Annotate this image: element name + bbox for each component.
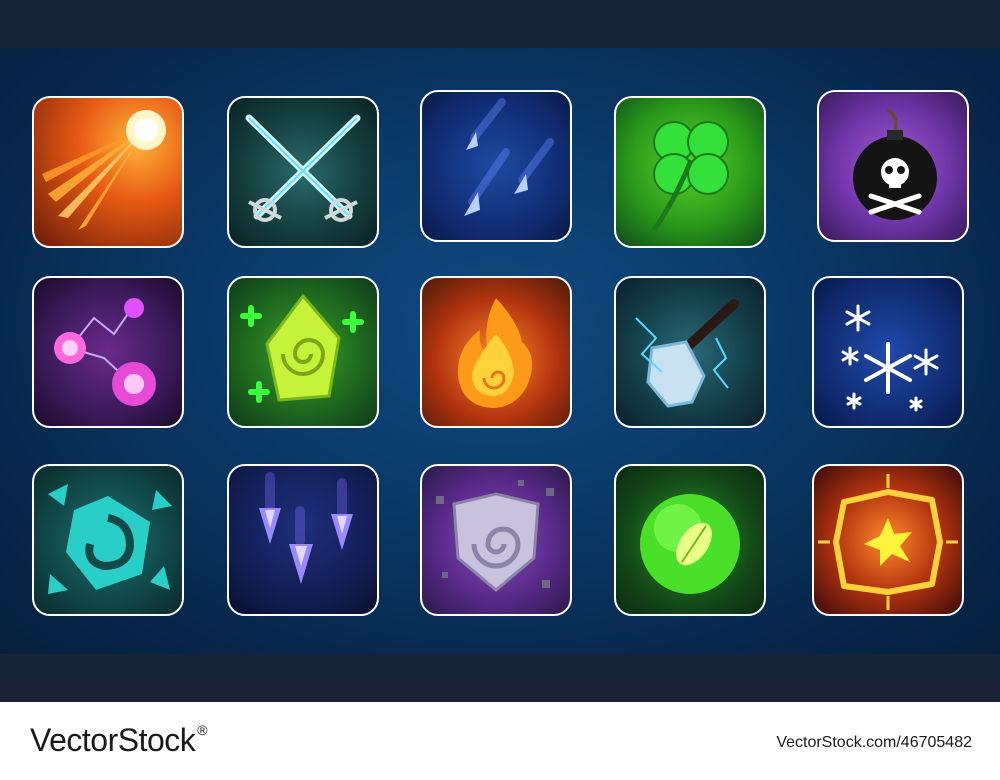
fireball-icon [457, 298, 533, 408]
healing-crystal-icon-tile[interactable] [227, 276, 379, 428]
comet-icon-tile[interactable] [32, 96, 184, 248]
falling-crystals-icon [259, 472, 353, 584]
lightning-hammer-icon-tile[interactable] [614, 276, 766, 428]
comet-icon [42, 110, 166, 230]
explosion-burst-icon [818, 474, 958, 610]
four-leaf-clover-icon [651, 121, 729, 232]
bomb-skull-icon-tile[interactable] [817, 90, 969, 242]
vectorstock-logo: VectorStock ® [30, 722, 208, 759]
four-leaf-clover-icon-tile[interactable] [614, 96, 766, 248]
arcane-lightning-orbs-icon-tile[interactable] [32, 276, 184, 428]
registered-mark: ® [197, 722, 208, 738]
earth-rune-shield-icon-tile[interactable] [32, 464, 184, 616]
ice-shards-icon [464, 98, 554, 216]
explosion-burst-icon-tile[interactable] [812, 464, 964, 616]
image-id-label: VectorStock.com/46705482 [776, 734, 972, 751]
snowflakes-icon-tile[interactable] [812, 276, 964, 428]
icon-sheet-background [0, 48, 1000, 654]
healing-crystal-icon [240, 293, 364, 403]
crossed-swords-icon [245, 114, 361, 222]
leaf-orb-icon [640, 494, 740, 594]
watermark-footer: VectorStock ® VectorStock.com/46705482 [0, 702, 1000, 780]
bomb-skull-icon [853, 108, 937, 220]
stone-shield-icon-tile[interactable] [420, 464, 572, 616]
leaf-orb-icon-tile[interactable] [614, 464, 766, 616]
brand-name: VectorStock [30, 722, 196, 758]
ice-shards-icon-tile[interactable] [420, 90, 572, 242]
lightning-hammer-icon [635, 299, 739, 408]
crossed-swords-icon-tile[interactable] [227, 96, 379, 248]
falling-crystals-icon-tile[interactable] [227, 464, 379, 616]
earth-rune-shield-icon [48, 484, 172, 594]
arcane-lightning-orbs-icon [54, 298, 156, 406]
snowflakes-icon [841, 304, 939, 412]
stone-shield-icon [436, 480, 554, 592]
fireball-icon-tile[interactable] [420, 276, 572, 428]
